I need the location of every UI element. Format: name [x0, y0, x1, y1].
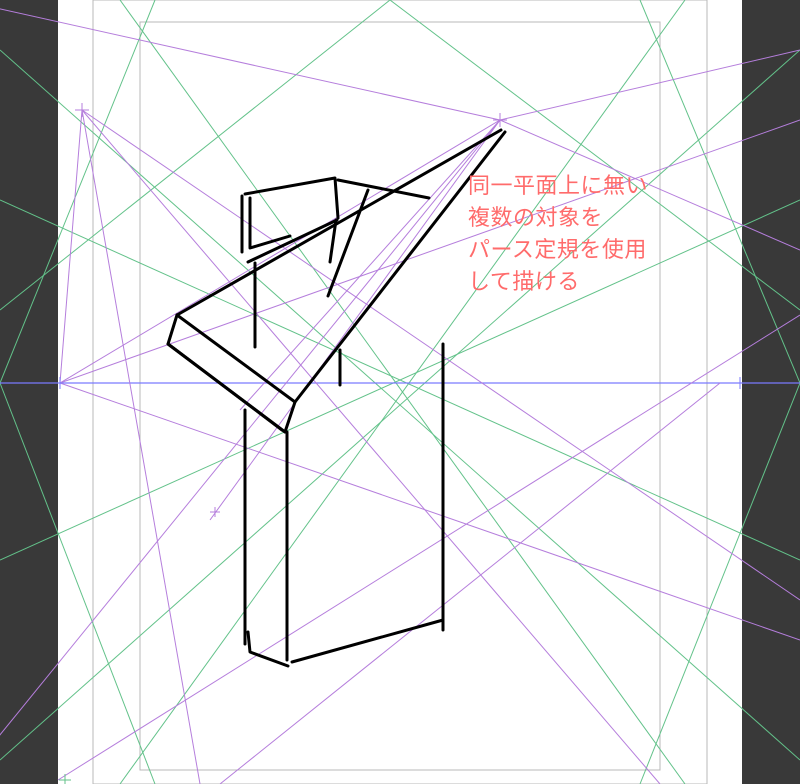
app-viewport: 同一平面上に無い 複数の対象を パース定規を使用 して描ける — [0, 0, 800, 784]
drawing-canvas[interactable] — [58, 0, 742, 784]
annotation-text: 同一平面上に無い 複数の対象を パース定規を使用 して描ける — [468, 170, 648, 298]
